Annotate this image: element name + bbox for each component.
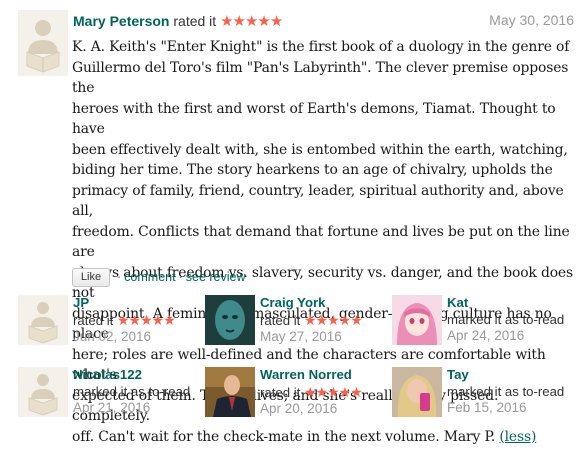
activity-item: Nicolas122 marked it as to-read Apr 21, … xyxy=(18,367,198,427)
review-line: biding her time. The story hearkens to a… xyxy=(72,162,553,178)
review-actions: Like · comment · see review xyxy=(72,265,246,289)
activity-date[interactable]: Apr 21, 2016 xyxy=(73,400,190,417)
review-line: heroes with the first and worst of Earth… xyxy=(72,100,556,138)
user-avatar[interactable] xyxy=(392,367,442,417)
review-line: freedom. Conflicts that demand that fort… xyxy=(72,223,570,261)
activity-item: Warren Norred rated it ★★★★★ Apr 20, 201… xyxy=(205,367,385,427)
user-name[interactable]: Warren Norred xyxy=(260,367,362,384)
star-rating: ★★★★★ xyxy=(220,13,283,30)
star-rating: ★★★★★ xyxy=(304,311,363,328)
activity-date[interactable]: Apr 20, 2016 xyxy=(260,401,362,418)
review-date[interactable]: May 30, 2016 xyxy=(489,12,574,28)
comment-link[interactable]: comment xyxy=(124,270,175,284)
user-avatar[interactable] xyxy=(392,295,442,345)
user-name[interactable]: JP xyxy=(73,295,175,312)
selfie-photo-icon xyxy=(392,367,442,417)
review-line: primacy of family, friend, country, lead… xyxy=(72,182,564,220)
reviewer-name[interactable]: Mary Peterson xyxy=(73,13,169,29)
activity-item: Kat marked it as to-read Apr 24, 2016 xyxy=(392,295,572,355)
separator: · xyxy=(117,270,122,284)
less-link[interactable]: (less) xyxy=(499,429,536,445)
star-rating: ★★★★★ xyxy=(304,383,363,400)
separator: · xyxy=(178,270,183,284)
user-name[interactable]: Tay xyxy=(447,367,564,384)
user-name[interactable]: Nicolas122 xyxy=(73,367,190,384)
statue-photo-icon xyxy=(205,295,255,345)
activity-item: JP rated it ★★★★★ Jun 02, 2016 xyxy=(18,295,198,355)
user-avatar[interactable] xyxy=(205,367,255,417)
default-user-icon xyxy=(18,10,68,76)
activity-action: rated it ★★★★★ xyxy=(73,311,176,328)
like-button[interactable]: Like xyxy=(72,267,110,287)
activity-date[interactable]: Feb 15, 2016 xyxy=(447,400,564,417)
default-user-icon xyxy=(18,295,68,345)
review-action: rated it xyxy=(173,13,217,29)
review-line: been effectively dealt with, she is ento… xyxy=(72,141,568,158)
user-name[interactable]: Craig York xyxy=(260,295,362,312)
reviewer-avatar[interactable] xyxy=(18,10,68,76)
activity-item: Craig York rated it ★★★★★ May 27, 2016 xyxy=(205,295,385,355)
default-user-icon xyxy=(18,367,68,417)
user-avatar[interactable] xyxy=(205,295,255,345)
review-line-last: off. Can't wait for the check-mate in th… xyxy=(72,427,576,448)
review-line: K. A. Keith's "Enter Knight" is the firs… xyxy=(72,39,570,55)
review-line: off. Can't wait for the check-mate in th… xyxy=(72,428,496,445)
activity-item: Tay marked it as to-read Feb 15, 2016 xyxy=(392,367,572,427)
user-avatar[interactable] xyxy=(18,367,68,417)
activity-action: rated it ★★★★★ xyxy=(260,383,363,400)
activity-action: marked it as to-read xyxy=(73,383,191,399)
activity-action: marked it as to-read xyxy=(447,383,565,399)
activity-action: rated it ★★★★★ xyxy=(260,311,363,328)
activity-date[interactable]: May 27, 2016 xyxy=(260,329,362,346)
anime-photo-icon xyxy=(392,295,442,345)
suit-photo-icon xyxy=(205,367,255,417)
see-review-link[interactable]: see review xyxy=(186,270,246,284)
review-line: Guillermo del Toro's film "Pan's Labyrin… xyxy=(72,59,569,97)
activity-date[interactable]: Jun 02, 2016 xyxy=(73,329,175,346)
user-avatar[interactable] xyxy=(18,295,68,345)
activity-action: marked it as to-read xyxy=(447,311,565,327)
user-name[interactable]: Kat xyxy=(447,295,564,312)
star-rating: ★★★★★ xyxy=(117,311,176,328)
activity-date[interactable]: Apr 24, 2016 xyxy=(447,328,564,345)
